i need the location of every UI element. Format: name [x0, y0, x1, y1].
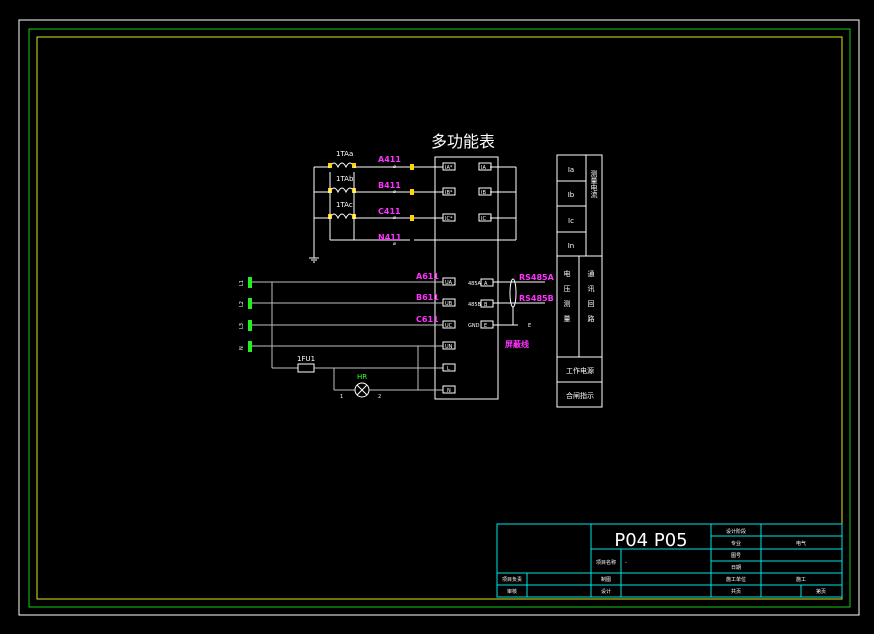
phase-l1: L1 [239, 280, 245, 286]
legend-comm-group: 通讯回路 [587, 269, 595, 330]
legend-in: In [568, 242, 575, 250]
wire-n411: N411 [378, 233, 402, 242]
tb-review: 审核 [507, 588, 517, 595]
tb-draw: 制图 [601, 576, 611, 583]
tb-project-name-label: 项目名称 [596, 559, 616, 566]
meter-current-terminals: IA* IB* IC* IA IB IC [442, 162, 492, 222]
tb-page-label: 第页 [816, 588, 826, 595]
green-border [28, 28, 851, 608]
comm-pin-485b: 485B [468, 302, 482, 308]
wire-a611: A611 [416, 272, 439, 281]
legend-voltage-group: 电压测量 [563, 269, 571, 330]
svg-text:⌀: ⌀ [393, 241, 396, 247]
tb-drawing-no-label: 图号 [731, 553, 741, 559]
phase-l2: L2 [239, 301, 245, 307]
tb-design: 设计 [601, 588, 611, 595]
ct-a-label: 1TAa [336, 150, 353, 158]
term-un: UN [445, 344, 453, 350]
tb-project-name-value: - [625, 560, 627, 566]
tb-construction-label: 施工单位 [726, 576, 746, 583]
voltage-section: L1 L2 L3 N 1FU1 HR 1 2 A611 B611 C611 UA… [239, 272, 456, 400]
e-label: E [528, 323, 531, 329]
legend-work-power: 工作电源 [566, 366, 594, 375]
comm-term-b: B [484, 302, 488, 308]
svg-text:⌀: ⌀ [393, 164, 396, 170]
comm-section: 485A 485B GND A B E RS485A RS485B E 屏蔽线 [468, 273, 555, 349]
term-ia-star: IA* [445, 165, 453, 171]
tb-major-label: 专业 [731, 540, 741, 547]
tb-total-label: 共页 [731, 588, 741, 595]
term-n: N [447, 388, 451, 394]
svg-text:⌀: ⌀ [393, 215, 396, 221]
wire-b611: B611 [416, 293, 439, 302]
term-ua: UA [445, 280, 453, 286]
comm-term-e: E [484, 323, 487, 329]
legend-table: Ia Ib Ic In 测量电流 电压测量 通讯回路 工作电源 合闸指示 [556, 154, 603, 408]
legend-ic: Ic [568, 217, 574, 225]
legend-ia: Ia [568, 166, 574, 174]
wire-a411: A411 [378, 155, 401, 164]
term-ib: IB [481, 190, 486, 196]
wire-c611: C611 [416, 315, 439, 324]
legend-current-group: 测量电流 [590, 170, 598, 199]
term-uc: UC [445, 323, 453, 329]
tb-project-leader: 项目负责 [502, 576, 522, 583]
outer-frame [18, 19, 860, 616]
lamp-pin-2: 2 [378, 394, 381, 400]
svg-text:⌀: ⌀ [393, 189, 396, 195]
lamp-pin-1: 1 [340, 394, 343, 400]
ct-c-label: 1TAc [336, 201, 353, 209]
term-ib-star: IB* [445, 190, 453, 196]
phase-n: N [239, 346, 245, 350]
tb-major-value: 电气 [796, 540, 806, 547]
tb-design-stage: 设计阶段 [726, 528, 746, 535]
comm-pin-485a: 485A [468, 281, 482, 287]
cad-drawing-canvas: 多功能表 1TAa 1TAb 1TAc A411 B411 C411 N411 … [18, 19, 860, 616]
comm-term-a: A [484, 281, 488, 287]
term-ub: UB [445, 301, 453, 307]
meter-title: 多功能表 [431, 132, 495, 151]
wire-b411: B411 [378, 181, 401, 190]
term-l: L [447, 366, 450, 372]
term-ia: IA [481, 165, 486, 171]
drawing-number: P04 P05 [614, 530, 687, 551]
title-block: P04 P05 项目名称 - 项目负责 审核 制图 设计 设计阶段 专业 电气 … [496, 523, 843, 598]
ct-b-label: 1TAb [336, 175, 354, 183]
tb-date-label: 日期 [731, 565, 741, 571]
rs485a-label: RS485A [519, 273, 555, 282]
yellow-border [36, 36, 843, 600]
legend-close-indicator: 合闸指示 [566, 391, 594, 400]
legend-ib: Ib [568, 191, 575, 199]
rs485b-label: RS485B [519, 294, 554, 303]
tb-construction-value: 施工 [796, 576, 806, 583]
fuse-label: 1FU1 [297, 355, 315, 363]
term-ic: IC [481, 216, 486, 222]
phase-l3: L3 [239, 323, 245, 329]
term-ic-star: IC* [445, 216, 453, 222]
wire-c411: C411 [378, 207, 401, 216]
comm-pin-gnd: GND [468, 323, 480, 329]
lamp-label: HR [357, 373, 367, 381]
shield-label: 屏蔽线 [505, 339, 529, 349]
